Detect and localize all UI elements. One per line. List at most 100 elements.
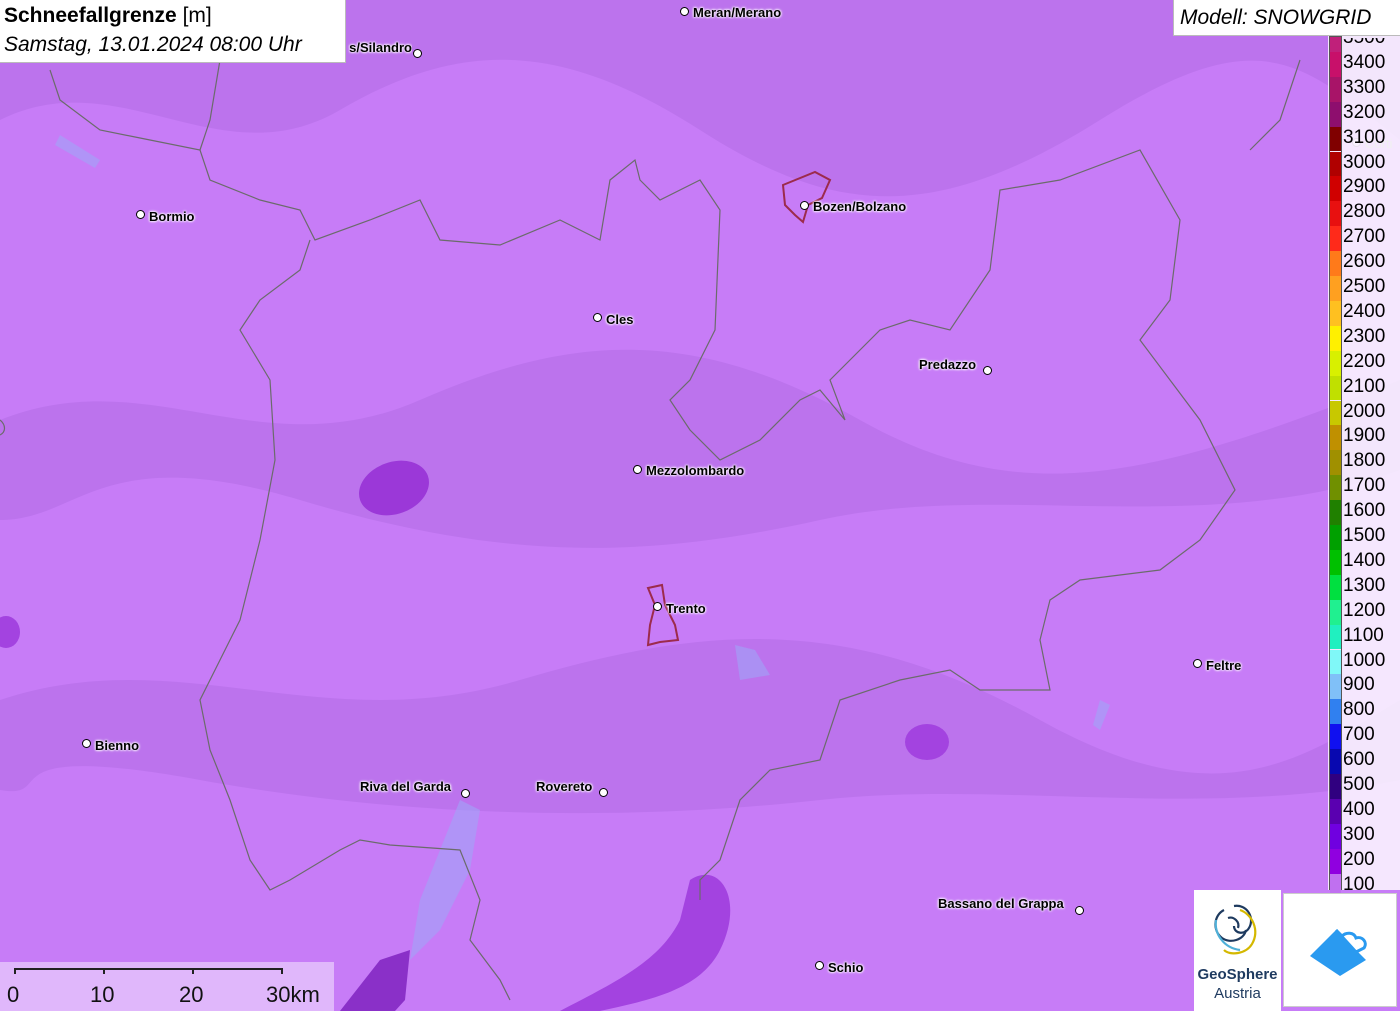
- legend-swatch: [1330, 37, 1341, 52]
- scale-line: [14, 968, 283, 970]
- model-box: Modell: SNOWGRID: [1173, 0, 1400, 36]
- geosphere-logo[interactable]: GeoSphere Austria: [1194, 890, 1281, 1011]
- legend-color-bar: [1329, 36, 1342, 899]
- legend-label: 2800: [1343, 201, 1386, 223]
- legend-label: 600: [1343, 749, 1375, 771]
- legend-label: 1900: [1343, 425, 1386, 447]
- legend-label: 2000: [1343, 400, 1386, 422]
- legend-label: 100: [1343, 873, 1375, 895]
- legend-swatch: [1330, 151, 1341, 177]
- place-marker-icon: [653, 602, 662, 611]
- place-label: Bormio: [149, 209, 195, 224]
- legend-label: 1100: [1343, 624, 1384, 646]
- legend-label: 3000: [1343, 151, 1386, 173]
- legend-swatch: [1330, 76, 1341, 102]
- title-unit: [m]: [182, 4, 212, 27]
- legend-swatch: [1330, 251, 1341, 276]
- place-marker-icon: [983, 366, 992, 375]
- legend-label: 2300: [1343, 325, 1386, 347]
- scale-tick: [14, 968, 16, 974]
- legend-label: 700: [1343, 724, 1375, 746]
- legend-label: 200: [1343, 848, 1375, 870]
- scale-label-30km: 30km: [266, 982, 320, 1007]
- legend-label: 2900: [1343, 176, 1386, 198]
- legend-label: 500: [1343, 774, 1375, 795]
- legend-label: 1500: [1343, 525, 1386, 546]
- legend-swatch: [1330, 848, 1341, 874]
- legend-label: 3100: [1343, 126, 1386, 148]
- geosphere-name: GeoSphere: [1197, 966, 1278, 983]
- legend-swatch: [1330, 201, 1341, 227]
- legend-label: 2400: [1343, 300, 1386, 322]
- legend-label: 1700: [1343, 475, 1386, 497]
- place-label: Meran/Merano: [693, 5, 782, 20]
- legend-label: 2100: [1343, 375, 1386, 397]
- place-marker-icon: [136, 210, 145, 219]
- place-label: s/Silandro: [349, 40, 412, 55]
- legend-swatch: [1330, 574, 1341, 600]
- scale-label-0: 0: [7, 982, 20, 1007]
- legend-swatch: [1330, 724, 1341, 750]
- legend-swatch: [1330, 549, 1341, 575]
- legend-swatch: [1330, 674, 1341, 700]
- legend-label: 300: [1343, 823, 1375, 845]
- place-label: Cles: [606, 312, 634, 327]
- place-label: Rovereto: [536, 779, 593, 794]
- title-name: Schneefallgrenze: [4, 4, 177, 27]
- legend-swatch: [1330, 425, 1341, 451]
- map-canvas[interactable]: [0, 0, 1400, 1011]
- scale-tick: [192, 968, 194, 974]
- legend-label: 2500: [1343, 276, 1386, 297]
- app-logo[interactable]: [1283, 893, 1397, 1007]
- legend-label: 1600: [1343, 500, 1386, 522]
- place-label: Mezzolombardo: [646, 463, 745, 478]
- legend-swatch: [1330, 325, 1341, 351]
- legend-swatch: [1330, 525, 1341, 550]
- place-marker-icon: [599, 788, 608, 797]
- legend-label: 1800: [1343, 450, 1386, 472]
- legend-swatch: [1330, 649, 1341, 675]
- place-marker-icon: [1075, 906, 1084, 915]
- place-marker-icon: [593, 313, 602, 322]
- scale-tick: [281, 968, 283, 974]
- legend-swatch: [1330, 51, 1341, 77]
- legend-label: 800: [1343, 699, 1375, 721]
- place-label: Feltre: [1206, 658, 1242, 673]
- place-marker-icon: [82, 739, 91, 748]
- place-label: Bassano del Grappa: [938, 896, 1064, 911]
- legend-swatch: [1330, 774, 1341, 799]
- legend-swatch: [1330, 300, 1341, 326]
- legend-swatch: [1330, 176, 1341, 202]
- legend-label: 1200: [1343, 599, 1386, 621]
- place-marker-icon: [815, 961, 824, 970]
- legend-swatch: [1330, 798, 1341, 824]
- legend-label: 900: [1343, 674, 1375, 696]
- map-title-box: Schneefallgrenze [m] Samstag, 13.01.2024…: [0, 0, 346, 63]
- legend-swatch: [1330, 475, 1341, 501]
- legend-swatch: [1330, 599, 1341, 625]
- legend-swatch: [1330, 126, 1341, 152]
- place-label: Bozen/Bolzano: [813, 199, 907, 214]
- geosphere-swirl-icon: [1214, 904, 1257, 955]
- geosphere-country: Austria: [1214, 985, 1261, 1002]
- place-label: Trento: [666, 601, 706, 616]
- legend-swatch: [1330, 500, 1341, 525]
- legend-swatch: [1330, 350, 1341, 376]
- place-marker-icon: [800, 201, 809, 210]
- legend-swatch: [1330, 101, 1341, 127]
- legend-swatch: [1330, 450, 1341, 476]
- legend-swatch: [1330, 699, 1341, 725]
- legend-label: 2200: [1343, 350, 1386, 372]
- legend-label: 1400: [1343, 549, 1386, 571]
- legend-label: 3300: [1343, 76, 1386, 98]
- place-label: Predazzo: [919, 357, 977, 372]
- legend-swatch: [1330, 400, 1341, 426]
- legend-label: 1000: [1343, 649, 1386, 671]
- legend-label: 3400: [1343, 51, 1386, 73]
- place-label: Riva del Garda: [360, 779, 452, 794]
- legend-swatch: [1330, 375, 1341, 401]
- model-label: Modell: SNOWGRID: [1180, 6, 1372, 29]
- place-marker-icon: [413, 49, 422, 58]
- map-datetime: Samstag, 13.01.2024 08:00 Uhr: [4, 33, 302, 56]
- legend-label: 2600: [1343, 251, 1386, 273]
